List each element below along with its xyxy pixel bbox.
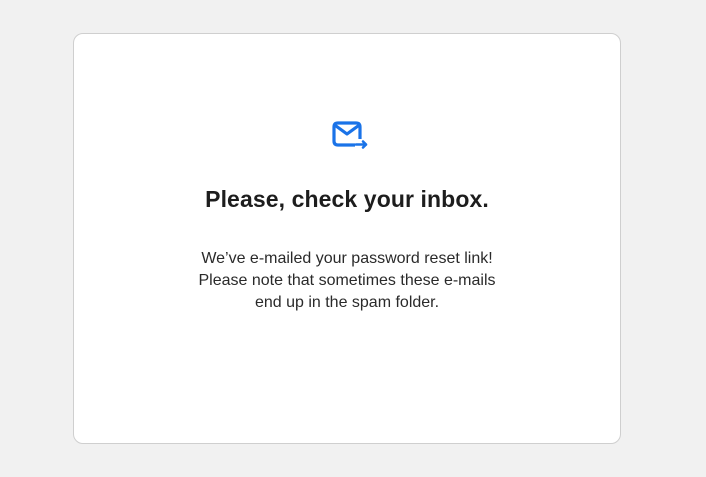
mail-forward-icon <box>332 121 368 151</box>
message-line-3: end up in the spam folder. <box>254 294 440 311</box>
reset-message: We’ve e-mailed your password reset link!… <box>74 248 620 314</box>
message-line-2: Please note that sometimes these e-mails <box>198 272 496 289</box>
message-line-1: We’ve e-mailed your password reset link! <box>201 250 493 267</box>
page-title: Please, check your inbox. <box>205 186 489 212</box>
password-reset-confirmation-card: Please, check your inbox. We’ve e-mailed… <box>73 33 621 444</box>
